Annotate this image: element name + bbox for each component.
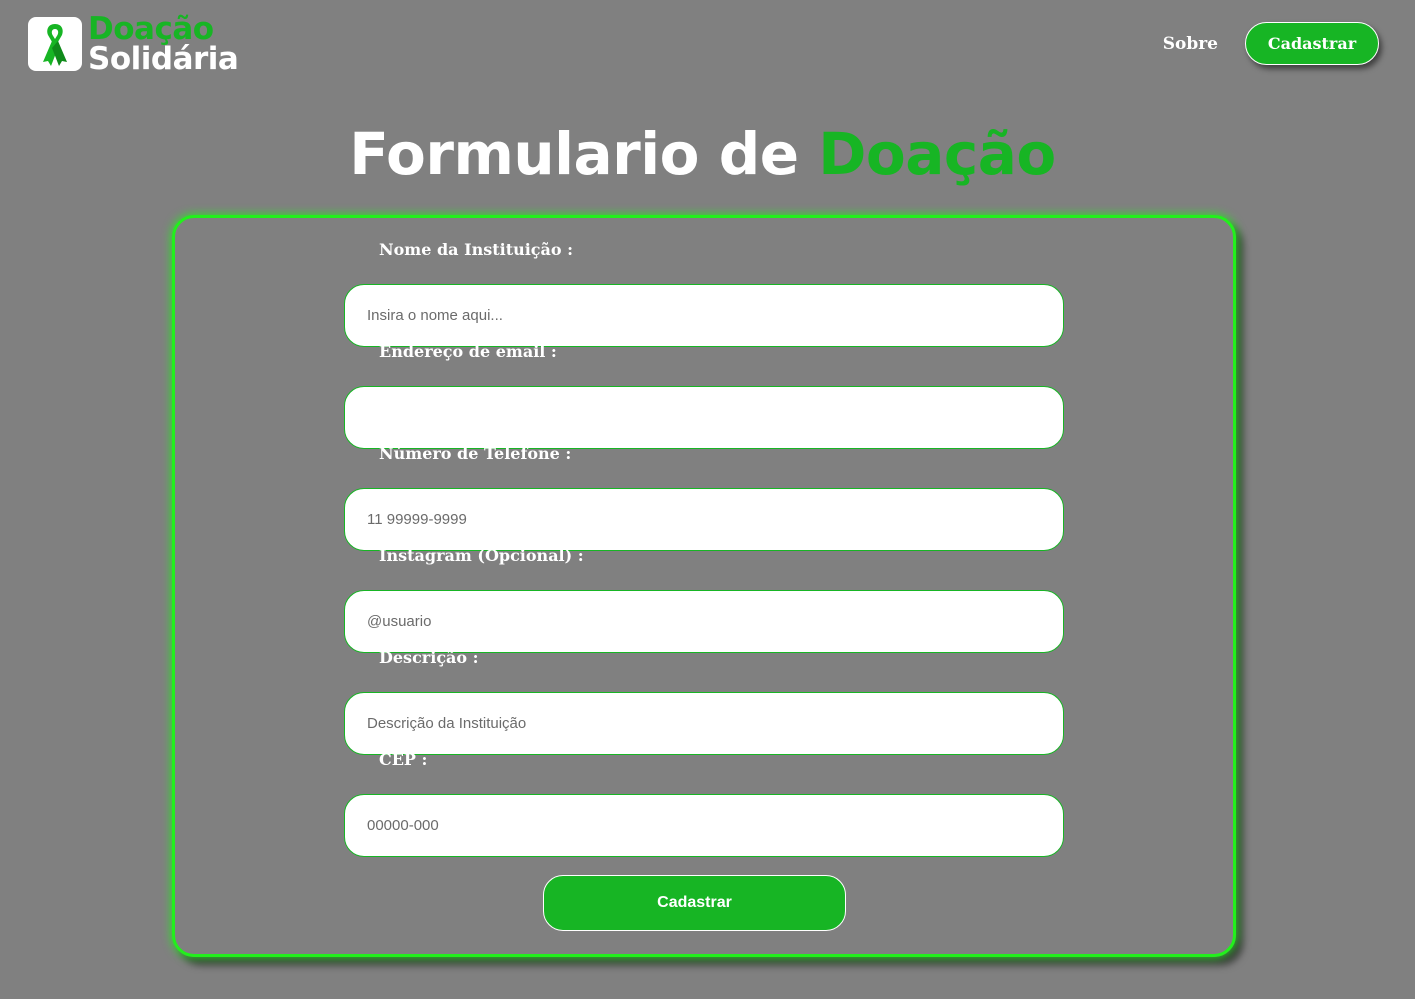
page-title-part-2: Doação xyxy=(818,120,1056,188)
field-label: CEP : xyxy=(379,750,428,769)
description-input[interactable] xyxy=(344,692,1064,755)
field-label: Endereço de email : xyxy=(379,342,557,361)
brand-line-1: Doação xyxy=(88,11,214,47)
page: Doação Solidária Sobre Cadastrar Formula… xyxy=(0,0,1415,999)
donation-form: Nome da Instituição : Endereço de email … xyxy=(172,215,1236,957)
page-title-part-1: Formulario de xyxy=(349,120,799,188)
page-title: Formulario de Doação xyxy=(0,120,1405,188)
field-label: Instagram (Opcional) : xyxy=(379,546,584,565)
nav-register-button[interactable]: Cadastrar xyxy=(1245,22,1379,65)
field-label: Nome da Instituição : xyxy=(379,240,574,259)
logo[interactable]: Doação Solidária xyxy=(28,11,239,77)
email-input[interactable] xyxy=(344,386,1064,449)
ribbon-icon xyxy=(43,24,67,66)
brand-line-2: Solidária xyxy=(88,41,239,77)
top-nav: Sobre Cadastrar xyxy=(1163,22,1379,65)
brand-name: Doação Solidária xyxy=(88,11,239,77)
nav-about-link[interactable]: Sobre xyxy=(1163,34,1218,54)
cep-input[interactable] xyxy=(344,794,1064,857)
submit-button[interactable]: Cadastrar xyxy=(543,875,846,931)
institution-name-input[interactable] xyxy=(344,284,1064,347)
logo-badge xyxy=(28,17,82,71)
field-label: Número de Telefone : xyxy=(379,444,572,463)
phone-input[interactable] xyxy=(344,488,1064,551)
instagram-input[interactable] xyxy=(344,590,1064,653)
field-label: Descrição : xyxy=(379,648,479,667)
